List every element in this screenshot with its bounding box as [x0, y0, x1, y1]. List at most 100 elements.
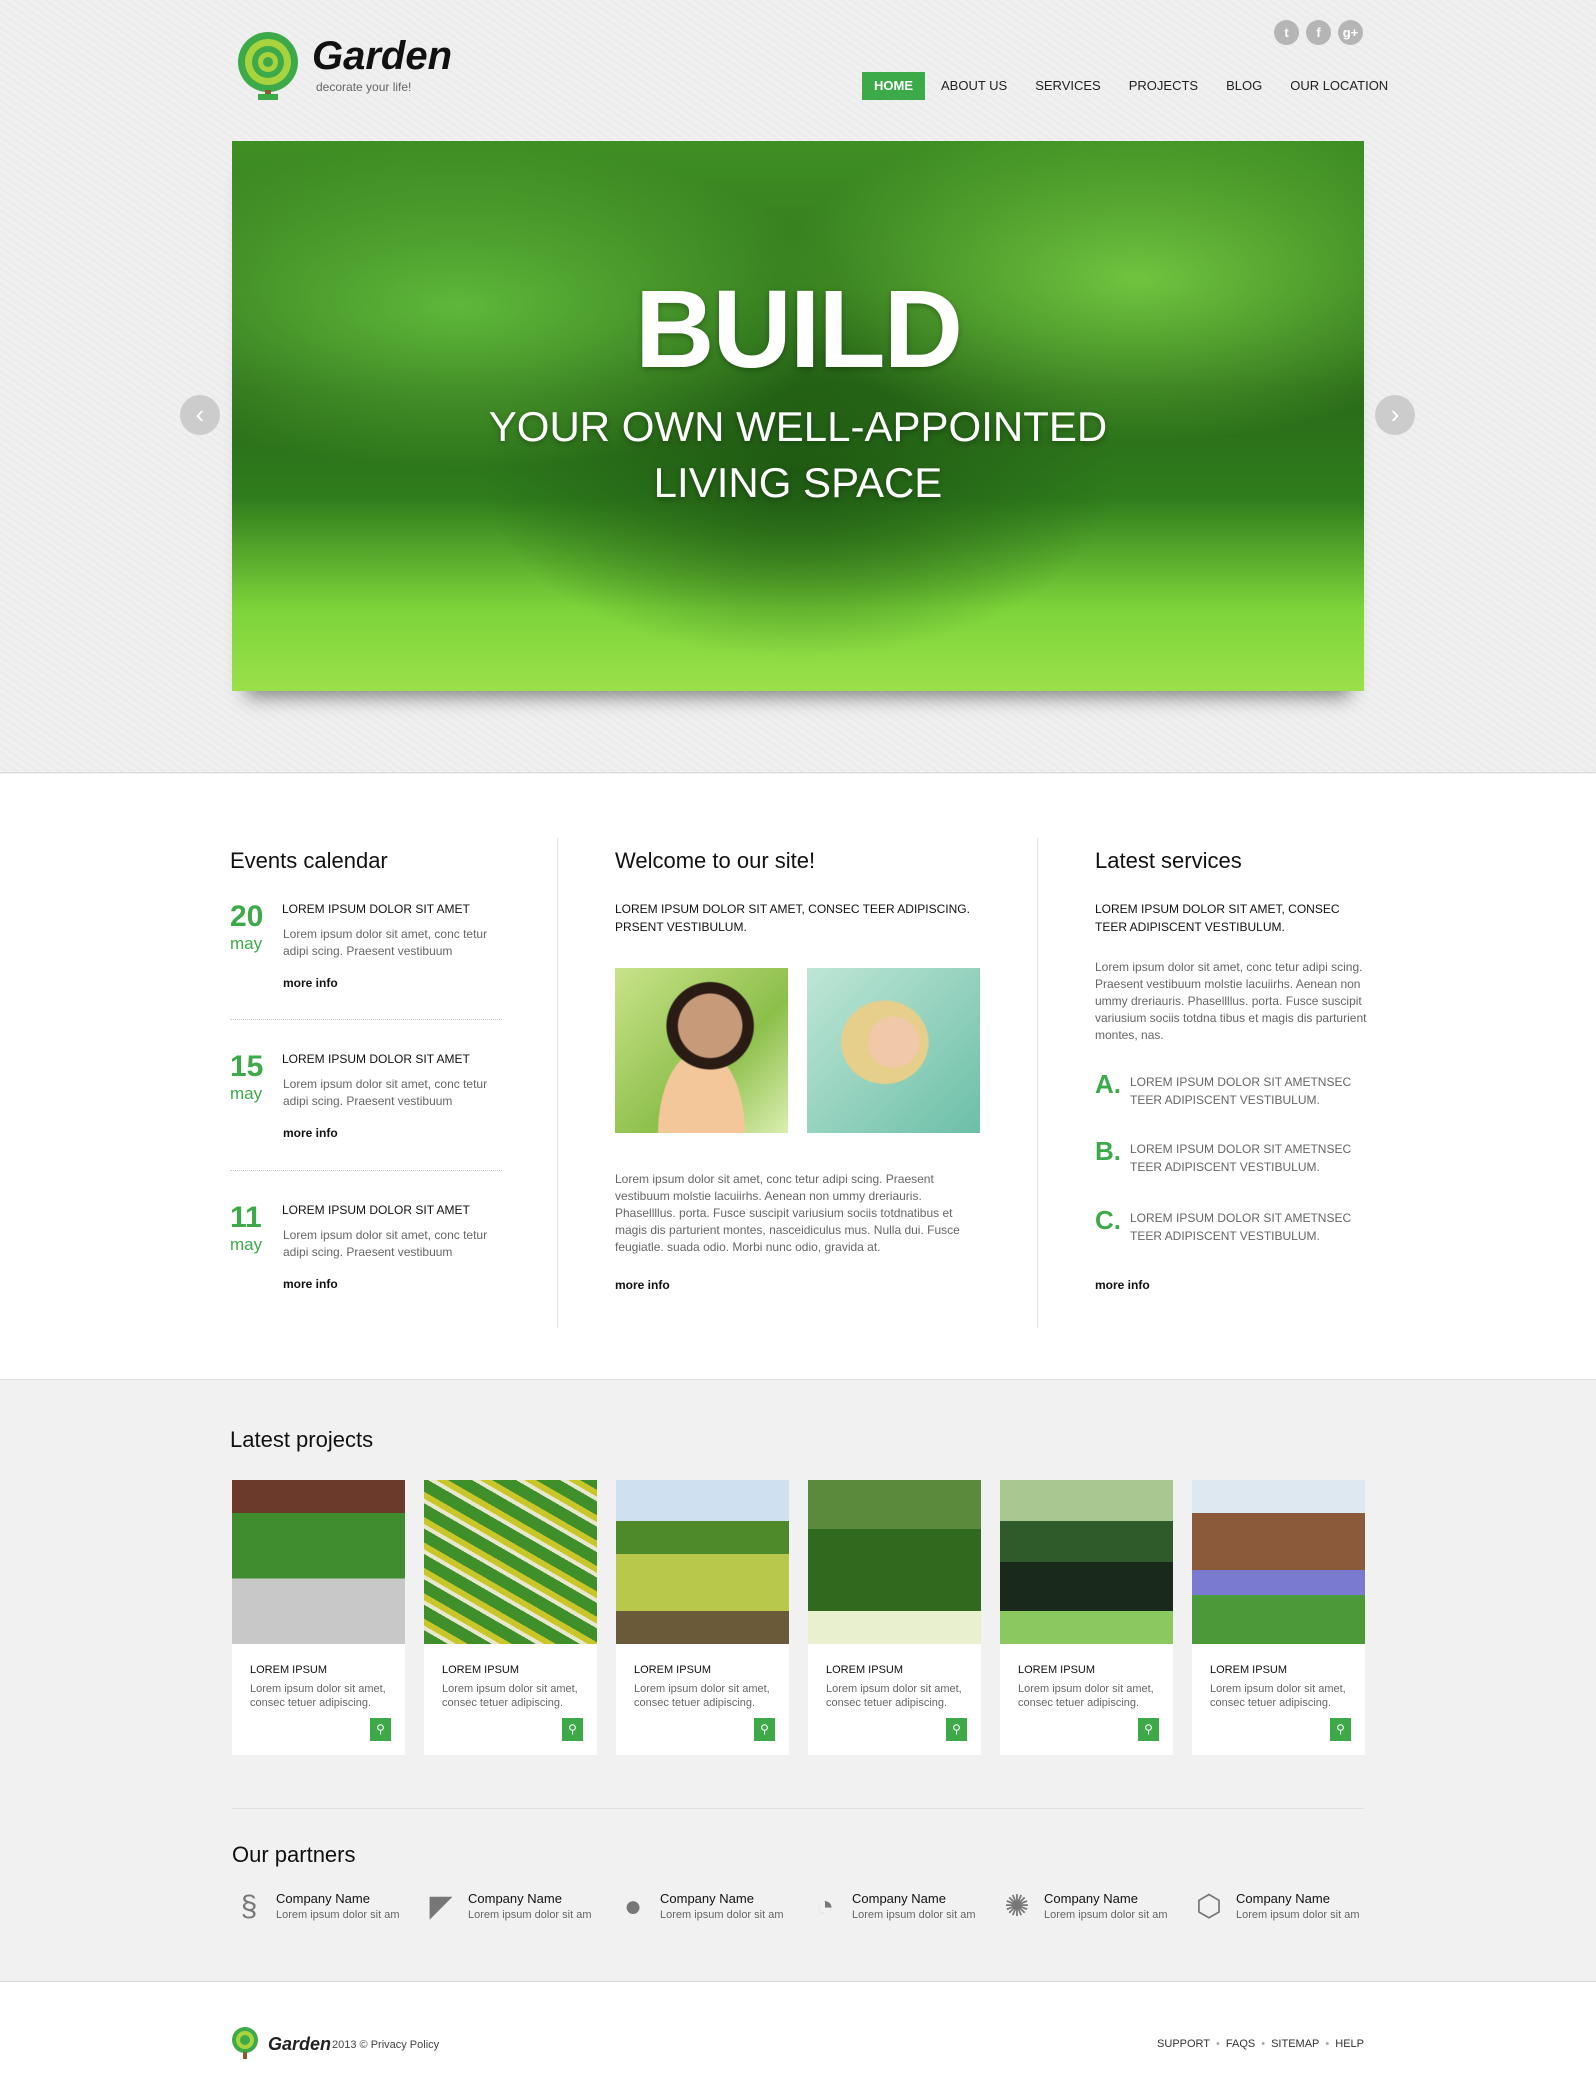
project-image[interactable]: [1000, 1480, 1173, 1644]
google-plus-icon[interactable]: g+: [1338, 20, 1363, 45]
event-text: Lorem ipsum dolor sit amet, conc tetur a…: [283, 927, 488, 958]
service-item: C. LOREM IPSUM DOLOR SIT AMETNSEC TEER AD…: [1095, 1205, 1375, 1249]
slider-prev-button[interactable]: ‹: [180, 395, 220, 435]
zoom-icon[interactable]: ⚲: [1330, 1718, 1351, 1741]
partner-logo-icon: §: [240, 1890, 258, 1923]
project-title: LOREM IPSUM: [634, 1664, 712, 1676]
project-card[interactable]: LOREM IPSUM Lorem ipsum dolor sit amet, c…: [1192, 1480, 1365, 1755]
services-lead: LOREM IPSUM DOLOR SIT AMET, CONSEC TEER …: [1095, 902, 1340, 934]
nav-projects[interactable]: PROJECTS: [1117, 72, 1210, 100]
event-more-info-link[interactable]: more info: [283, 1277, 338, 1291]
footer-link-sitemap[interactable]: SITEMAP: [1271, 2038, 1319, 2050]
project-image[interactable]: [424, 1480, 597, 1644]
footer-link-help[interactable]: HELP: [1335, 2038, 1364, 2050]
partner-name: Company Name: [852, 1891, 946, 1906]
footer-logo-icon[interactable]: [232, 2027, 258, 2059]
team-photo-woman: [807, 968, 980, 1133]
project-title: LOREM IPSUM: [826, 1664, 904, 1676]
partner-item[interactable]: § Company Name Lorem ipsum dolor sit am: [232, 1885, 422, 1935]
service-text: LOREM IPSUM DOLOR SIT AMETNSEC TEER ADIP…: [1130, 1211, 1352, 1243]
partner-item[interactable]: ◤ Company Name Lorem ipsum dolor sit am: [424, 1885, 614, 1935]
event-month: may: [230, 1084, 263, 1103]
partner-item[interactable]: ● Company Name Lorem ipsum dolor sit am: [616, 1885, 806, 1935]
project-image[interactable]: [616, 1480, 789, 1644]
event-text: Lorem ipsum dolor sit amet, conc tetur a…: [283, 1228, 488, 1259]
logo-tree-icon[interactable]: [238, 32, 298, 100]
event-more-info-link[interactable]: more info: [283, 1126, 338, 1140]
event-title: LOREM IPSUM DOLOR SIT AMET: [282, 1052, 470, 1066]
partner-text: Lorem ipsum dolor sit am: [852, 1909, 976, 1921]
nav-our-location[interactable]: OUR LOCATION: [1278, 72, 1400, 100]
partner-name: Company Name: [1044, 1891, 1138, 1906]
nav-services[interactable]: SERVICES: [1023, 72, 1113, 100]
welcome-more-info-link[interactable]: more info: [615, 1278, 670, 1292]
zoom-icon[interactable]: ⚲: [946, 1718, 967, 1741]
partner-logo-icon: ◤: [429, 1890, 453, 1923]
divider: [230, 1019, 502, 1020]
project-title: LOREM IPSUM: [1210, 1664, 1288, 1676]
column-divider: [557, 838, 558, 1328]
event-month: may: [230, 934, 263, 953]
footer-copyright[interactable]: 2013 © Privacy Policy: [332, 2039, 439, 2051]
service-text: LOREM IPSUM DOLOR SIT AMETNSEC TEER ADIP…: [1130, 1075, 1352, 1107]
event-more-info-link[interactable]: more info: [283, 976, 338, 990]
hero-subtitle: YOUR OWN WELL-APPOINTED LIVING SPACE: [232, 399, 1364, 511]
service-letter: C.: [1095, 1205, 1121, 1235]
project-card[interactable]: LOREM IPSUM Lorem ipsum dolor sit amet, c…: [808, 1480, 981, 1755]
event-month: may: [230, 1235, 263, 1254]
footer-link-faqs[interactable]: FAQS: [1226, 2038, 1255, 2050]
footer-link-support[interactable]: SUPPORT: [1157, 2038, 1210, 2050]
partner-item[interactable]: ⬡ Company Name Lorem ipsum dolor sit am: [1192, 1885, 1382, 1935]
partner-logo-icon: ⬡: [1195, 1890, 1223, 1923]
event-day: 15: [230, 1050, 264, 1083]
hero-slider: BUILD YOUR OWN WELL-APPOINTED LIVING SPAC…: [232, 141, 1364, 691]
footer-links: SUPPORT • FAQS • SITEMAP • HELP: [1157, 2038, 1364, 2050]
separator: •: [1216, 2038, 1220, 2050]
project-text: Lorem ipsum dolor sit amet, consec tetue…: [1210, 1683, 1346, 1709]
hero-subtitle-line: YOUR OWN WELL-APPOINTED: [488, 403, 1108, 450]
services-more-info-link[interactable]: more info: [1095, 1278, 1150, 1292]
partner-logo-icon: ◔: [815, 1890, 835, 1923]
zoom-icon[interactable]: ⚲: [1138, 1718, 1159, 1741]
project-card[interactable]: LOREM IPSUM Lorem ipsum dolor sit amet, c…: [424, 1480, 597, 1755]
project-title: LOREM IPSUM: [1018, 1664, 1096, 1676]
zoom-icon[interactable]: ⚲: [370, 1718, 391, 1741]
project-image[interactable]: [232, 1480, 405, 1644]
project-card[interactable]: LOREM IPSUM Lorem ipsum dolor sit amet, c…: [1000, 1480, 1173, 1755]
divider: [232, 1808, 1364, 1809]
project-text: Lorem ipsum dolor sit amet, consec tetue…: [826, 1683, 962, 1709]
facebook-icon[interactable]: f: [1306, 20, 1331, 45]
twitter-icon[interactable]: t: [1274, 20, 1299, 45]
project-card[interactable]: LOREM IPSUM Lorem ipsum dolor sit amet, c…: [232, 1480, 405, 1755]
logo-text[interactable]: Garden: [312, 34, 452, 79]
project-card[interactable]: LOREM IPSUM Lorem ipsum dolor sit amet, c…: [616, 1480, 789, 1755]
zoom-icon[interactable]: ⚲: [562, 1718, 583, 1741]
partner-text: Lorem ipsum dolor sit am: [660, 1909, 784, 1921]
separator: •: [1325, 2038, 1330, 2050]
slider-next-button[interactable]: ›: [1375, 395, 1415, 435]
partner-name: Company Name: [276, 1891, 370, 1906]
services-title: Latest services: [1095, 848, 1242, 873]
partner-name: Company Name: [468, 1891, 562, 1906]
partner-text: Lorem ipsum dolor sit am: [1236, 1909, 1360, 1921]
event-item: 20 may LOREM IPSUM DOLOR SIT AMET Lorem ip…: [230, 900, 502, 1000]
service-text: LOREM IPSUM DOLOR SIT AMETNSEC TEER ADIP…: [1130, 1142, 1352, 1174]
service-letter: A.: [1095, 1069, 1121, 1099]
project-title: LOREM IPSUM: [442, 1664, 520, 1676]
tagline: decorate your life!: [316, 80, 412, 94]
event-day: 11: [230, 1201, 262, 1234]
welcome-title: Welcome to our site!: [615, 848, 816, 873]
partner-item[interactable]: ◔ Company Name Lorem ipsum dolor sit am: [808, 1885, 998, 1935]
project-image[interactable]: [808, 1480, 981, 1644]
project-image[interactable]: [1192, 1480, 1365, 1644]
partner-item[interactable]: ✺ Company Name Lorem ipsum dolor sit am: [1000, 1885, 1190, 1935]
event-title: LOREM IPSUM DOLOR SIT AMET: [282, 902, 470, 916]
zoom-icon[interactable]: ⚲: [754, 1718, 775, 1741]
footer-brand: Garden: [268, 2034, 332, 2054]
nav-about-us[interactable]: ABOUT US: [929, 72, 1019, 100]
project-text: Lorem ipsum dolor sit amet, consec tetue…: [442, 1683, 578, 1709]
hero-title: BUILD: [634, 268, 963, 391]
column-divider: [1037, 838, 1038, 1328]
nav-blog[interactable]: BLOG: [1214, 72, 1274, 100]
nav-home[interactable]: HOME: [862, 72, 925, 100]
